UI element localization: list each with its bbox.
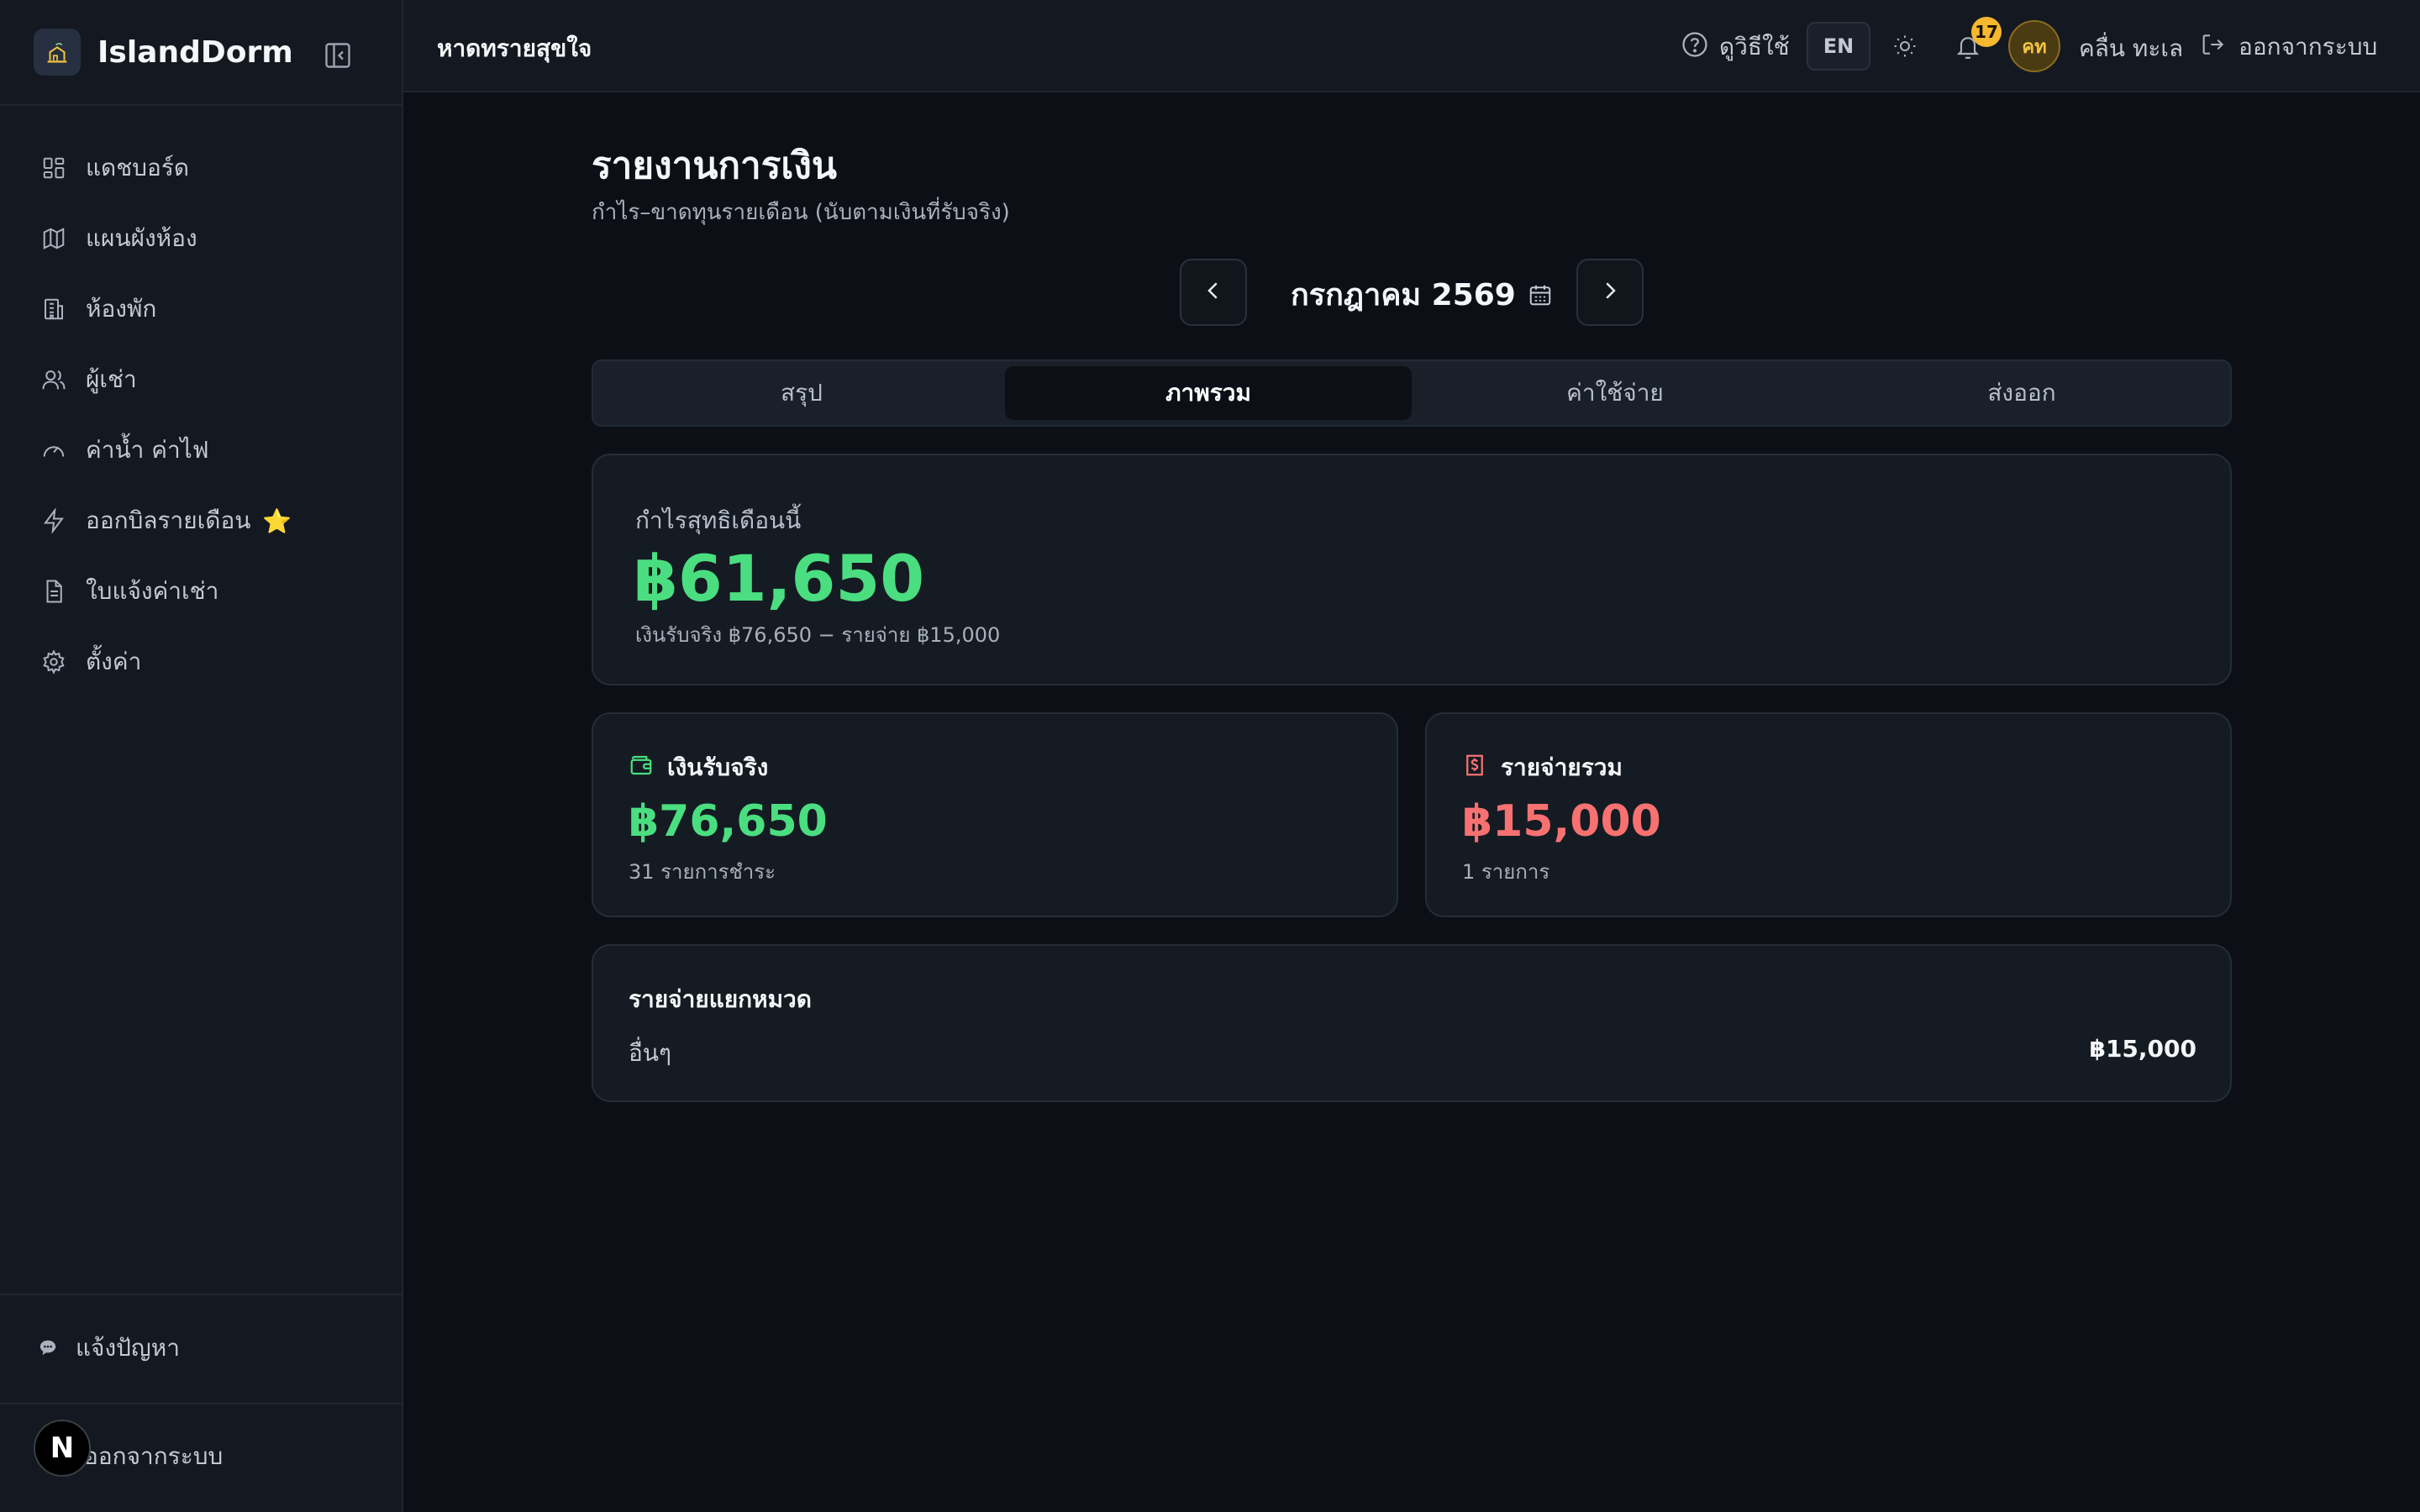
tab-export[interactable]: ส่งออก — [1818, 366, 2225, 420]
help-link[interactable]: ดูวิธีใช้ — [1681, 29, 1790, 66]
logout-label: ออกจากระบบ — [2238, 33, 2378, 60]
expense-header: รายจ่ายรวม — [1462, 749, 1623, 786]
divider — [0, 1403, 402, 1404]
chevron-left-icon — [1201, 278, 1226, 307]
tab-overview[interactable]: ภาพรวม — [1005, 366, 1412, 420]
sidebar-collapse-icon[interactable] — [321, 39, 355, 72]
month-label: กรกฎาคม 2569 — [1291, 278, 1516, 312]
help-circle-icon — [1681, 30, 1709, 65]
sidebar-item-dashboard[interactable]: แดชบอร์ด — [0, 133, 402, 203]
sidebar-item-label: ใบแจ้งค่าเช่า — [86, 577, 219, 605]
gear-icon — [39, 647, 69, 677]
sun-icon[interactable] — [1889, 30, 1921, 62]
dev-indicator-button[interactable]: N — [34, 1420, 91, 1477]
expense-card: รายจ่ายรวม ฿15,000 1 รายการ — [1425, 712, 2232, 917]
month-picker[interactable]: กรกฎาคม 2569 — [1291, 270, 1553, 318]
calendar-icon — [1528, 282, 1553, 307]
sidebar-item-monthly-billing[interactable]: ออกบิลรายเดือน ⭐ — [0, 486, 402, 556]
tab-expenses[interactable]: ค่าใช้จ่าย — [1412, 366, 1818, 420]
sidebar-item-label: ออกบิลรายเดือน — [86, 507, 251, 534]
net-profit-formula: เงินรับจริง ฿76,650 − รายจ่าย ฿15,000 — [635, 623, 1001, 647]
report-tabs: สรุป ภาพรวม ค่าใช้จ่าย ส่งออก — [592, 360, 2232, 427]
sidebar-item-label: แดชบอร์ด — [86, 154, 190, 181]
page-title: รายงานการเงิน — [592, 144, 837, 187]
tab-summary[interactable]: สรุป — [598, 366, 1005, 420]
sidebar-nav: แดชบอร์ด แผนผังห้อง ห้องพัก ผู้เช่า ค่าน… — [0, 133, 402, 697]
help-label: ดูวิธีใช้ — [1719, 33, 1790, 60]
sidebar-item-label: ค่าน้ำ ค่าไฟ — [86, 436, 209, 464]
topbar-logout-button[interactable]: ออกจากระบบ — [2200, 29, 2377, 66]
report-issue-link[interactable]: แจ้งปัญหา — [39, 1327, 180, 1369]
star-icon: ⭐ — [262, 507, 292, 535]
receipt-icon — [1462, 753, 1487, 784]
dashboard-icon — [39, 153, 69, 183]
divider — [0, 1294, 402, 1295]
user-name[interactable]: คลื่น ทะเล — [2079, 30, 2183, 67]
previous-month-button[interactable] — [1180, 259, 1247, 326]
topbar: หาดทรายสุขใจ ดูวิธีใช้ EN 17 คท คลื่น ทะ… — [403, 0, 2420, 92]
income-label: เงินรับจริง — [667, 753, 769, 781]
expense-sub: 1 รายการ — [1462, 860, 1550, 884]
notification-count-badge: 17 — [1971, 17, 2002, 47]
lightning-icon — [39, 506, 69, 536]
income-header: เงินรับจริง — [629, 749, 768, 786]
sidebar-item-room-map[interactable]: แผนผังห้อง — [0, 203, 402, 274]
income-sub: 31 รายการชำระ — [629, 860, 776, 884]
net-profit-label: กำไรสุทธิเดือนนี้ — [635, 507, 802, 534]
chevron-right-icon — [1597, 278, 1623, 307]
sidebar-item-label: แผนผังห้อง — [86, 224, 197, 252]
expense-category-title: รายจ่ายแยกหมวด — [629, 985, 812, 1013]
sidebar-item-rooms[interactable]: ห้องพัก — [0, 274, 402, 344]
expense-value: ฿15,000 — [1462, 796, 1661, 847]
brand-name: IslandDorm — [97, 34, 293, 70]
category-row-name: อื่นๆ — [629, 1039, 671, 1067]
brand-logo-icon[interactable] — [34, 29, 81, 76]
sidebar-item-tenants[interactable]: ผู้เช่า — [0, 344, 402, 415]
language-toggle-button[interactable]: EN — [1807, 22, 1870, 71]
avatar[interactable]: คท — [2008, 20, 2060, 72]
sidebar-item-label: ผู้เช่า — [86, 365, 137, 393]
income-card: เงินรับจริง ฿76,650 31 รายการชำระ — [592, 712, 1398, 917]
document-icon — [39, 576, 69, 606]
report-issue-label: แจ้งปัญหา — [76, 1334, 180, 1362]
wallet-icon — [629, 753, 654, 784]
category-row-amount: ฿15,000 — [2089, 1035, 2196, 1063]
gauge-icon — [39, 435, 69, 465]
page-subtitle: กำไร–ขาดทุนรายเดือน (นับตามเงินที่รับจริ… — [592, 200, 1010, 225]
building-icon — [39, 294, 69, 324]
sidebar: IslandDorm แดชบอร์ด แผนผังห้อง ห้องพัก ผ… — [0, 0, 403, 1512]
map-icon — [39, 223, 69, 254]
users-icon — [39, 365, 69, 395]
sidebar-item-label: ห้องพัก — [86, 295, 157, 323]
dorm-name: หาดทรายสุขใจ — [437, 34, 592, 62]
sidebar-item-invoices[interactable]: ใบแจ้งค่าเช่า — [0, 556, 402, 627]
next-month-button[interactable] — [1576, 259, 1644, 326]
net-profit-card: กำไรสุทธิเดือนนี้ ฿61,650 เงินรับจริง ฿7… — [592, 454, 2232, 685]
sidebar-item-label: ตั้งค่า — [86, 648, 142, 675]
sidebar-item-utilities[interactable]: ค่าน้ำ ค่าไฟ — [0, 415, 402, 486]
sidebar-logout-button[interactable]: ออกจากระบบ — [84, 1438, 223, 1475]
sidebar-item-settings[interactable]: ตั้งค่า — [0, 627, 402, 697]
expense-category-card: รายจ่ายแยกหมวด อื่นๆ ฿15,000 — [592, 944, 2232, 1102]
chat-bubble-icon — [39, 1335, 57, 1362]
income-value: ฿76,650 — [629, 796, 828, 847]
net-profit-value: ฿61,650 — [634, 541, 925, 616]
expense-label: รายจ่ายรวม — [1501, 753, 1623, 781]
logout-icon — [2200, 31, 2227, 64]
